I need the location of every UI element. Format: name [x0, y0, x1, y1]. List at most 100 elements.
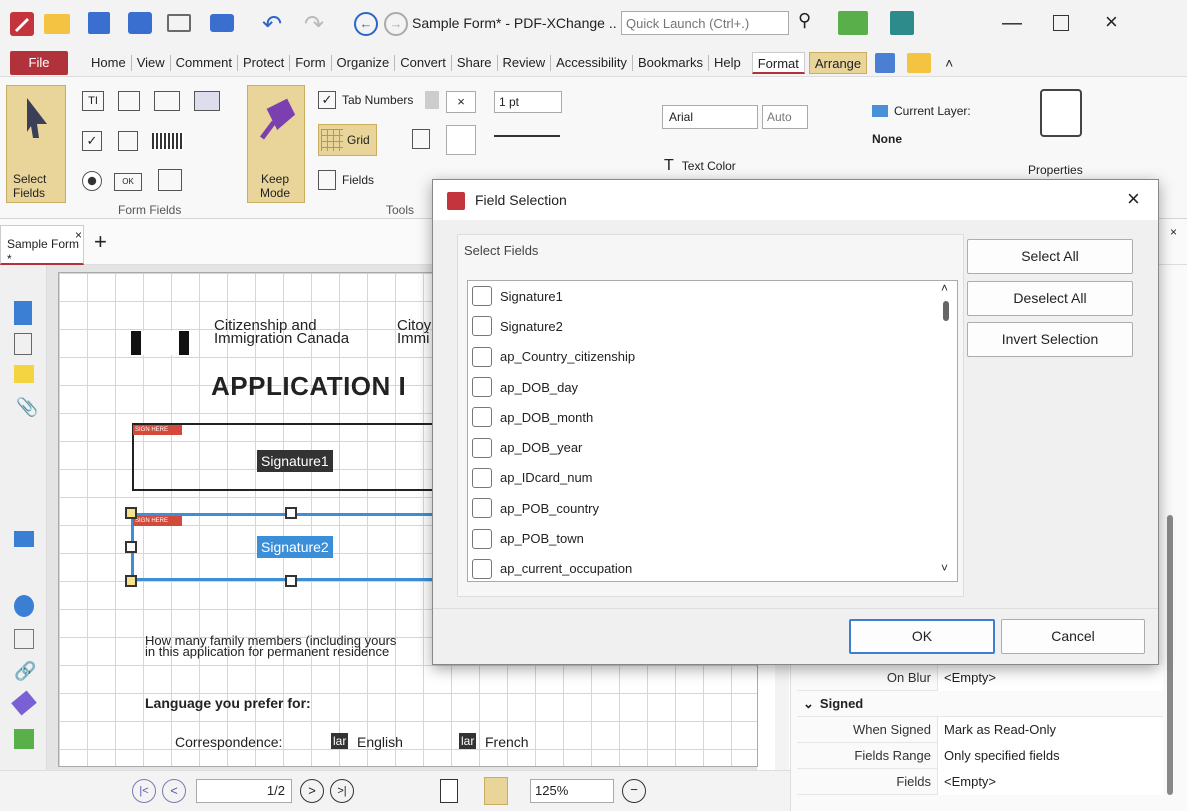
collapse-ribbon-icon[interactable]: ˄: [945, 55, 953, 71]
list-item[interactable]: Signature1: [468, 281, 957, 311]
current-layer-button[interactable]: Current Layer:: [872, 101, 971, 121]
maximize-icon[interactable]: [1053, 15, 1069, 31]
fill-color-dropdown[interactable]: [446, 125, 476, 155]
tools-icon[interactable]: [838, 11, 868, 35]
checkbox-field-icon[interactable]: ✓: [82, 131, 102, 151]
line-width-dropdown[interactable]: 1 pt: [494, 91, 562, 113]
panel-close-icon[interactable]: ×: [1170, 225, 1177, 239]
list-item[interactable]: ap_DOB_month: [468, 402, 957, 432]
link-icon[interactable]: 🔗: [14, 661, 36, 682]
grid-settings-icon[interactable]: [412, 129, 430, 149]
field-checkbox[interactable]: [472, 437, 492, 458]
list-item[interactable]: ap_Country_citizenship: [468, 342, 957, 372]
comments-icon[interactable]: [14, 365, 34, 383]
grid-button[interactable]: Grid: [318, 124, 377, 156]
resize-handle[interactable]: [125, 541, 137, 553]
font-size-dropdown[interactable]: Auto: [762, 105, 808, 129]
bookmarks-icon[interactable]: [14, 301, 32, 325]
tab-form[interactable]: Form: [290, 52, 330, 74]
doc-tab-sample-form[interactable]: Sample Form * ×: [0, 225, 84, 266]
pages-icon[interactable]: [14, 333, 32, 355]
resize-handle[interactable]: [125, 575, 137, 587]
list-item[interactable]: Signature2: [468, 311, 957, 341]
save-icon[interactable]: [88, 12, 110, 34]
close-icon[interactable]: ×: [1105, 9, 1118, 35]
barcode-field-icon[interactable]: [152, 133, 184, 149]
line-style-dropdown[interactable]: [494, 135, 560, 137]
font-dropdown[interactable]: Arial: [662, 105, 758, 129]
file-menu[interactable]: File: [10, 51, 68, 75]
tab-accessibility[interactable]: Accessibility: [551, 52, 632, 74]
tab-organize[interactable]: Organize: [332, 52, 395, 74]
destinations-icon[interactable]: [14, 595, 34, 617]
continuous-page-icon[interactable]: [484, 777, 508, 805]
listbox-icon[interactable]: [118, 91, 140, 111]
back-icon[interactable]: ←: [354, 12, 378, 36]
tab-help[interactable]: Help: [709, 52, 746, 74]
invert-selection-button[interactable]: Invert Selection: [967, 322, 1133, 357]
keep-mode-button[interactable]: Keep Mode: [247, 85, 305, 203]
radio-field-icon[interactable]: [82, 171, 102, 191]
tab-comment[interactable]: Comment: [171, 52, 237, 74]
tab-bookmarks[interactable]: Bookmarks: [633, 52, 708, 74]
tab-protect[interactable]: Protect: [238, 52, 289, 74]
field-checkbox[interactable]: [472, 467, 492, 488]
border-style-dropdown[interactable]: ×: [446, 91, 476, 113]
tab-home[interactable]: Home: [86, 52, 131, 74]
list-item[interactable]: ap_POB_country: [468, 493, 957, 523]
fields-listbox[interactable]: Signature1 Signature2 ap_Country_citizen…: [467, 280, 958, 582]
zoom-out-icon[interactable]: −: [622, 779, 646, 803]
resize-handle[interactable]: [285, 575, 297, 587]
ribbon-doc-icon[interactable]: [875, 53, 896, 73]
field-checkbox[interactable]: [472, 558, 492, 579]
list-scrollbar[interactable]: ˄ ˅: [936, 281, 956, 581]
single-page-icon[interactable]: [440, 779, 458, 803]
previous-page-icon[interactable]: <: [162, 779, 186, 803]
next-page-icon[interactable]: >: [300, 779, 324, 803]
field-checkbox[interactable]: [472, 346, 492, 367]
scroll-thumb[interactable]: [943, 301, 949, 321]
tags-icon[interactable]: [14, 629, 34, 649]
field-checkbox[interactable]: [472, 528, 492, 549]
text-field-icon[interactable]: TI: [82, 91, 104, 111]
form-fields-pane-icon[interactable]: [14, 729, 34, 749]
field-checkbox[interactable]: [472, 286, 492, 307]
field-checkbox[interactable]: [472, 498, 492, 519]
prop-row-fields[interactable]: Fields <Empty>: [797, 768, 1163, 795]
tab-arrange[interactable]: Arrange: [808, 52, 868, 74]
forward-icon[interactable]: →: [384, 12, 408, 36]
redo-icon[interactable]: ↷: [304, 10, 324, 39]
minimize-icon[interactable]: —: [1002, 12, 1022, 35]
first-page-icon[interactable]: |<: [132, 779, 156, 803]
tab-review[interactable]: Review: [498, 52, 551, 74]
search-icon[interactable]: ⚲: [798, 10, 811, 31]
tab-format[interactable]: Format: [751, 52, 805, 74]
list-item[interactable]: ap_DOB_year: [468, 432, 957, 462]
ribbon-folder-icon[interactable]: [907, 53, 932, 73]
select-fields-button[interactable]: Select Fields: [6, 85, 66, 203]
tab-view[interactable]: View: [132, 52, 170, 74]
french-radio[interactable]: lar: [459, 733, 477, 749]
scroll-down-icon[interactable]: ˅: [941, 561, 948, 575]
properties-scrollbar[interactable]: [1167, 515, 1173, 795]
text-color-button[interactable]: T Text Color: [664, 155, 736, 177]
dropdown-field-icon[interactable]: [118, 131, 138, 151]
resize-handle[interactable]: [285, 507, 297, 519]
doc-tab-close-icon[interactable]: ×: [75, 228, 82, 242]
field-checkbox[interactable]: [472, 407, 492, 428]
list-item[interactable]: ap_DOB_day: [468, 372, 957, 402]
fields-button[interactable]: Fields: [318, 169, 374, 191]
layers-icon[interactable]: [14, 531, 34, 547]
list-item[interactable]: ap_IDcard_num: [468, 463, 957, 493]
new-tab-icon[interactable]: +: [94, 229, 107, 255]
image-field-icon[interactable]: [194, 91, 220, 111]
ok-button[interactable]: OK: [849, 619, 995, 654]
prop-row-fields-range[interactable]: Fields Range Only specified fields: [797, 742, 1163, 769]
list-item[interactable]: ap_current_occupation: [468, 554, 957, 581]
field-checkbox[interactable]: [472, 316, 492, 337]
scroll-up-icon[interactable]: ˄: [941, 281, 948, 295]
button-field-icon[interactable]: OK: [114, 173, 142, 191]
page-number-input[interactable]: 1/2: [196, 779, 292, 803]
cancel-button[interactable]: Cancel: [1001, 619, 1145, 654]
tag-icon[interactable]: [11, 690, 37, 716]
